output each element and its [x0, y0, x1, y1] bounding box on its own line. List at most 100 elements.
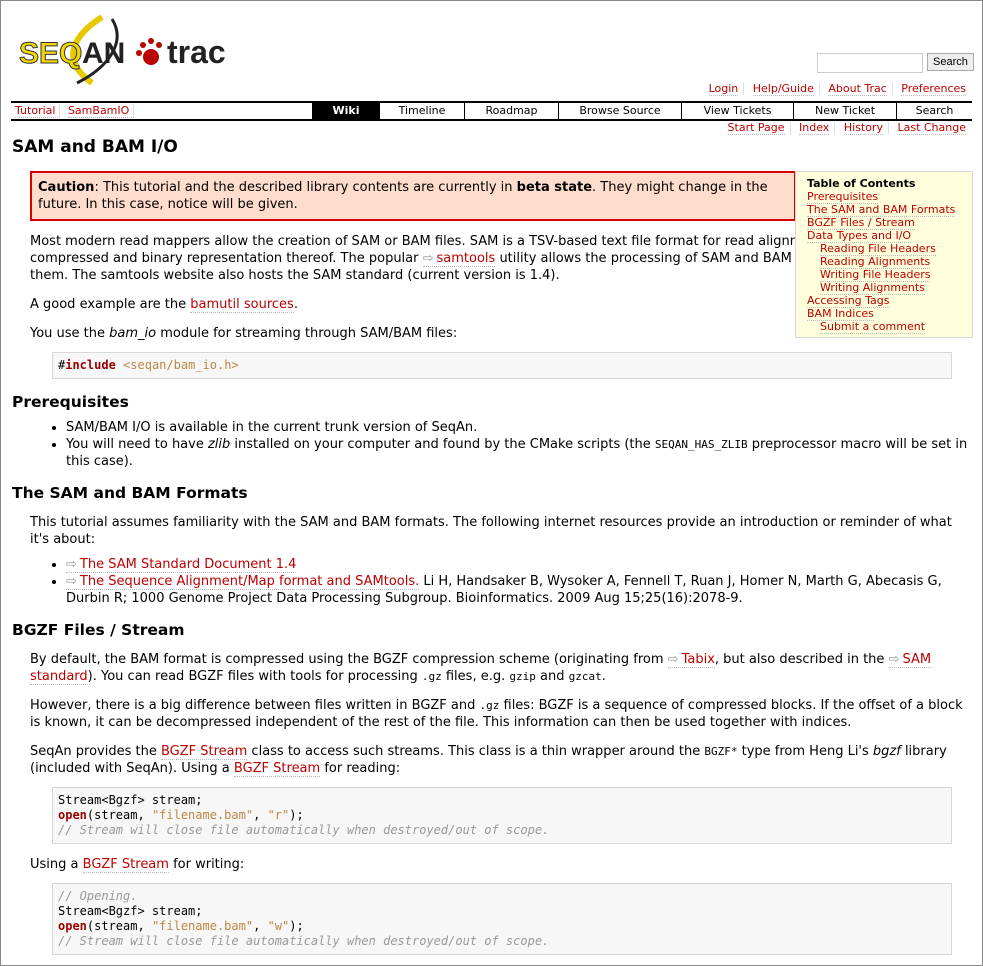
wiki-link[interactable]: BGZF Stream	[160, 744, 248, 760]
text: and	[535, 669, 569, 684]
bold-text: Caution	[38, 180, 95, 195]
wiki-link[interactable]: BGZF Stream	[82, 857, 169, 873]
text: By default, the BAM format is compressed…	[30, 652, 668, 667]
external-link[interactable]: The Sequence Alignment/Map format and SA…	[66, 574, 420, 590]
table-of-contents: Table of Contents Prerequisites The SAM a…	[795, 171, 973, 338]
search-input[interactable]	[817, 53, 923, 73]
inline-code: .gz	[479, 699, 500, 712]
tab-search[interactable]: Search	[896, 103, 972, 119]
text: This tutorial assumes familiarity with t…	[30, 515, 952, 547]
toc-item: Reading File Headers	[807, 242, 972, 256]
text: installed on your computer and found by …	[230, 437, 655, 452]
code-comment: // Stream will close file automatically …	[58, 934, 550, 948]
code-string: "r"	[267, 808, 290, 822]
list-item: The Sequence Alignment/Map format and SA…	[66, 573, 972, 607]
inline-code: gzip	[509, 670, 536, 683]
about-trac-link[interactable]: About Trac	[828, 82, 887, 96]
toc-link[interactable]: Reading Alignments	[820, 255, 931, 269]
text: Stream<Bgzf> stream;	[58, 904, 203, 918]
svg-text:trac: trac	[167, 34, 226, 70]
section-heading: BGZF Files / Stream	[12, 621, 972, 639]
main-nav: Tutorial SamBamIO Wiki Timeline Roadmap …	[11, 101, 972, 121]
toc-link[interactable]: Data Types and I/O	[807, 229, 912, 243]
code-string: "filename.bam"	[151, 808, 254, 822]
paragraph: Using a BGZF Stream for writing:	[30, 856, 972, 873]
toc-link[interactable]: Writing Alignments	[820, 281, 925, 295]
italic-text: bgzf	[872, 744, 901, 759]
text: Stream<Bgzf> stream;	[58, 793, 203, 807]
toc-item: Prerequisites	[807, 190, 972, 204]
paragraph: SeqAn provides the BGZF Stream class to …	[30, 743, 972, 777]
italic-text: bam_io	[109, 326, 157, 341]
tab-new-ticket[interactable]: New Ticket	[793, 103, 896, 119]
seqan-trac-logo[interactable]: SEQ AN trac	[17, 13, 232, 85]
code-block: #include <seqan/bam_io.h>	[52, 352, 952, 379]
breadcrumb-sambamio[interactable]: SamBamIO	[67, 104, 135, 118]
text: You will need to have	[66, 437, 208, 452]
tab-browse-source[interactable]: Browse Source	[558, 103, 681, 119]
tab-timeline[interactable]: Timeline	[379, 103, 464, 119]
code-comment: // Stream will close file automatically …	[58, 823, 550, 837]
wiki-link[interactable]: bamutil sources	[190, 297, 294, 313]
toc-link[interactable]: Reading File Headers	[820, 242, 936, 256]
toc-item: BAM Indices	[807, 307, 972, 321]
list-item: You will need to have zlib installed on …	[66, 436, 972, 470]
toc-item: Submit a comment	[807, 320, 972, 334]
help-guide-link[interactable]: Help/Guide	[752, 82, 814, 96]
start-page-link[interactable]: Start Page	[727, 121, 785, 135]
text: );	[289, 808, 304, 822]
toc-item: The SAM and BAM Formats	[807, 203, 972, 217]
tab-roadmap[interactable]: Roadmap	[464, 103, 558, 119]
toc-link[interactable]: BAM Indices	[807, 307, 874, 321]
toc-item: Writing File Headers	[807, 268, 972, 282]
text: The SAM and BAM Formats	[12, 484, 248, 502]
breadcrumb-tutorial[interactable]: Tutorial	[15, 104, 61, 118]
toc-link[interactable]: Accessing Tags	[807, 294, 890, 308]
text: (stream,	[86, 808, 152, 822]
search-button[interactable]: Search	[927, 53, 974, 71]
code-string: <seqan/bam_io.h>	[123, 358, 239, 372]
code-block: // Opening. Stream<Bgzf> stream; open(st…	[52, 883, 952, 955]
external-link[interactable]: Tabix	[667, 652, 715, 668]
caution-box: Caution: This tutorial and the described…	[30, 171, 796, 221]
history-link[interactable]: History	[843, 121, 883, 135]
wiki-link[interactable]: BGZF Stream	[233, 761, 321, 777]
text: Using a	[30, 857, 83, 872]
inline-code: BGZF*	[704, 745, 738, 758]
page-title: SAM and BAM I/O	[12, 137, 178, 157]
meta-nav: Login Help/Guide About Trac Preferences	[708, 82, 966, 96]
text: However, there is a big difference betwe…	[30, 698, 480, 713]
wiki-content: Table of Contents Prerequisites The SAM a…	[12, 171, 973, 955]
svg-text:SEQ: SEQ	[19, 37, 82, 70]
toc-link[interactable]: Prerequisites	[807, 190, 879, 204]
text: ). You can read BGZF files with tools fo…	[87, 669, 422, 684]
text: Prerequisites	[12, 393, 129, 411]
login-link[interactable]: Login	[708, 82, 739, 96]
toc-link[interactable]: BGZF Files / Stream	[807, 216, 915, 230]
text: SAM/BAM I/O is available in the current …	[66, 420, 478, 435]
last-change-link[interactable]: Last Change	[897, 121, 966, 135]
code-block: Stream<Bgzf> stream; open(stream, "filen…	[52, 787, 952, 844]
text: A good example are the	[30, 297, 191, 312]
text: .	[601, 669, 606, 684]
toc-link[interactable]: Submit a comment	[820, 320, 926, 334]
toc-link[interactable]: Writing File Headers	[820, 268, 931, 282]
text	[116, 358, 123, 372]
inline-code: .gz	[421, 670, 442, 683]
text: module for streaming through SAM/BAM fil…	[156, 326, 458, 341]
toc-link[interactable]: The SAM and BAM Formats	[807, 203, 956, 217]
index-link[interactable]: Index	[799, 121, 830, 135]
external-link[interactable]: The SAM Standard Document 1.4	[66, 557, 297, 573]
italic-text: zlib	[207, 437, 231, 452]
external-link[interactable]: samtools	[422, 251, 496, 267]
svg-text:AN: AN	[82, 37, 125, 70]
bullet-list: SAM/BAM I/O is available in the current …	[12, 419, 972, 470]
text: );	[289, 919, 304, 933]
tab-wiki[interactable]: Wiki	[312, 103, 379, 119]
inline-code: gzcat	[568, 670, 602, 683]
paragraph: This tutorial assumes familiarity with t…	[30, 514, 972, 548]
section-heading: The SAM and BAM Formats	[12, 484, 972, 502]
paragraph: However, there is a big difference betwe…	[30, 697, 972, 731]
tab-view-tickets[interactable]: View Tickets	[681, 103, 793, 119]
preferences-link[interactable]: Preferences	[901, 82, 966, 96]
